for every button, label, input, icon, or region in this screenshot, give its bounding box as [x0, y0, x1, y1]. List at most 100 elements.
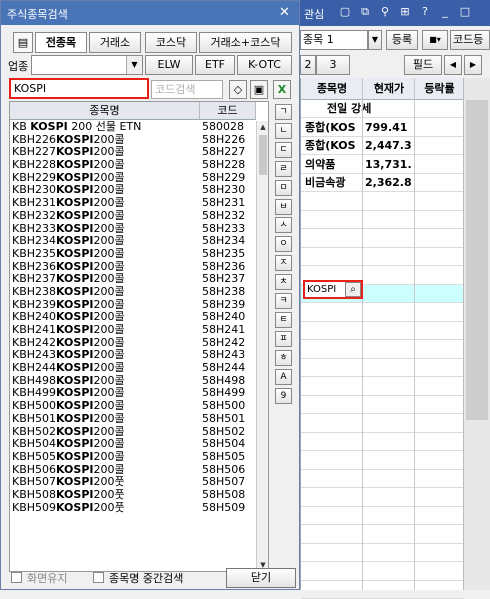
list-scrollbar[interactable]: ▲ ▼	[256, 121, 268, 571]
stock-name-match: KOSPI	[56, 462, 94, 476]
tab-kospi-kosdaq[interactable]: 거래소+코스닥	[199, 32, 292, 53]
stock-name-prefix: KBH234	[12, 234, 57, 248]
consonant-filter-button[interactable]: ㄷ	[275, 141, 292, 158]
stock-name-search-input[interactable]: KOSPI	[9, 78, 149, 99]
scroll-up-icon[interactable]: ▲	[257, 121, 268, 133]
consonant-filter-button[interactable]: ㅈ	[275, 255, 292, 272]
middle-search-checkbox[interactable]	[93, 572, 104, 583]
keep-screen-checkbox[interactable]	[11, 572, 22, 583]
consonant-filter-button[interactable]: ㅂ	[275, 198, 292, 215]
list-header-name[interactable]: 종목명	[10, 102, 200, 120]
stock-name-suffix: 200콜	[93, 272, 125, 286]
stock-name-prefix: KBH242	[12, 335, 57, 349]
field-button[interactable]: 필드	[404, 55, 442, 75]
stock-name-prefix: KBH239	[12, 297, 57, 311]
excel-icon[interactable]: X	[273, 80, 291, 99]
consonant-filter-button[interactable]: ㅇ	[275, 236, 292, 253]
stock-name-match: KOSPI	[30, 120, 68, 133]
stock-name: KBH509KOSPI200풋	[12, 501, 125, 515]
tab-elw[interactable]: ELW	[145, 55, 193, 75]
stock-name-match: KOSPI	[56, 297, 94, 311]
close-button[interactable]: 닫기	[226, 568, 296, 588]
page-tab-3[interactable]: 3	[316, 55, 350, 75]
stock-name-match: KOSPI	[56, 208, 94, 222]
prev-arrow-icon[interactable]: ◀	[444, 55, 462, 75]
background-scrollbar[interactable]	[463, 78, 490, 590]
stock-name-prefix: KBH236	[12, 259, 57, 273]
consonant-filter-button[interactable]: ㄱ	[275, 104, 292, 120]
tab-kospi[interactable]: 거래소	[89, 32, 141, 53]
list-item[interactable]: KBH509KOSPI200풋 58H509	[10, 501, 256, 515]
window-icon[interactable]: ▢	[338, 5, 352, 19]
tab-etf[interactable]: ETF	[195, 55, 235, 75]
stock-name-suffix: 200콜	[93, 399, 125, 413]
watchlist-combo[interactable]: 종목 1	[300, 30, 368, 50]
stock-name-prefix: KBH241	[12, 323, 57, 336]
grid-column-divider	[301, 78, 415, 590]
save-icon[interactable]: ▣	[250, 80, 268, 99]
minimize-icon[interactable]: _	[438, 5, 452, 19]
tab-k-otc[interactable]: K-OTC	[237, 55, 292, 75]
grid-header-change[interactable]: 등락률	[415, 78, 464, 100]
search-icon[interactable]: ⌕	[345, 282, 361, 297]
stock-name-prefix: KBH500	[12, 399, 57, 413]
stock-code: 58H241	[202, 323, 246, 336]
consonant-filter-button[interactable]: ㅍ	[275, 330, 292, 347]
consonant-filter-button[interactable]: ㄴ	[275, 122, 292, 139]
consonant-filter-button[interactable]: 9	[275, 387, 292, 404]
stock-name-match: KOSPI	[56, 221, 94, 235]
scroll-thumb[interactable]	[259, 135, 267, 175]
chevron-down-icon[interactable]: ▼	[126, 56, 142, 74]
stock-name-suffix: 200콜	[93, 386, 125, 400]
stock-name-suffix: 200콜	[93, 310, 125, 324]
tab-kosdaq[interactable]: 코스닥	[145, 32, 197, 53]
stock-name-suffix: 200풋	[93, 475, 125, 489]
stock-name-suffix: 200콜	[93, 424, 125, 438]
stock-name-suffix: 200콜	[93, 411, 125, 425]
page-tab-2[interactable]: 2	[300, 55, 316, 75]
stock-code: 58H235	[202, 246, 246, 260]
sector-combo[interactable]: ▼	[31, 55, 143, 75]
grid-search-box[interactable]: KOSPI ⌕	[303, 280, 363, 299]
scroll-thumb[interactable]	[466, 100, 488, 420]
background-toolbar-2: 2 3 필드 ◀ ▶	[300, 53, 490, 75]
next-arrow-icon[interactable]: ▶	[464, 55, 482, 75]
consonant-filter-button[interactable]: ㅅ	[275, 217, 292, 234]
copy-icon[interactable]: ⧉	[358, 5, 372, 19]
dialog-footer: 화면유지 종목명 중간검색 닫기	[1, 567, 299, 589]
list-menu-icon[interactable]: ▤	[13, 32, 33, 53]
stock-code: 58H505	[202, 449, 246, 463]
code-register-button[interactable]: 코드등	[450, 30, 490, 50]
stock-name-prefix: KBH244	[12, 361, 57, 375]
stock-name-match: KOSPI	[56, 323, 94, 336]
pin-icon[interactable]: ⚲	[378, 5, 392, 19]
stock-name-prefix: KBH229	[12, 170, 57, 184]
grid-icon[interactable]: ⊞	[398, 5, 412, 19]
consonant-filter-button[interactable]: A	[275, 368, 292, 385]
combo-arrow-icon[interactable]: ▼	[368, 30, 382, 50]
consonant-filter-button[interactable]: ㅁ	[275, 179, 292, 196]
consonant-filter-button[interactable]: ㄹ	[275, 160, 292, 177]
menu-dropdown-icon[interactable]: ■▾	[422, 30, 448, 50]
stock-name-match: KOSPI	[56, 158, 94, 172]
stock-name-suffix: 200콜	[93, 158, 125, 172]
register-button[interactable]: 등록	[386, 30, 418, 50]
stock-code: 58H500	[202, 399, 246, 413]
consonant-filter-button[interactable]: ㅊ	[275, 274, 292, 291]
close-icon[interactable]: ✕	[279, 5, 290, 20]
help-icon[interactable]: ?	[418, 5, 432, 19]
stock-name-prefix: KBH508	[12, 487, 57, 501]
tab-all-stocks[interactable]: 전종목	[35, 32, 87, 53]
sector-label: 업종	[8, 60, 29, 73]
eraser-icon[interactable]: ◇	[229, 80, 247, 99]
grid-search-text[interactable]: KOSPI	[305, 282, 343, 297]
stock-name-suffix: 200콜	[93, 170, 125, 184]
consonant-filter-button[interactable]: ㅎ	[275, 349, 292, 366]
list-header-code[interactable]: 코드	[200, 102, 256, 120]
consonant-filter-button[interactable]: ㅌ	[275, 311, 292, 328]
stock-name-match: KOSPI	[56, 399, 94, 413]
maximize-icon[interactable]: □	[458, 5, 472, 19]
stock-name-prefix: KBH237	[12, 272, 57, 286]
consonant-filter-button[interactable]: ㅋ	[275, 293, 292, 309]
code-search-input[interactable]: 코드검색	[151, 80, 223, 99]
